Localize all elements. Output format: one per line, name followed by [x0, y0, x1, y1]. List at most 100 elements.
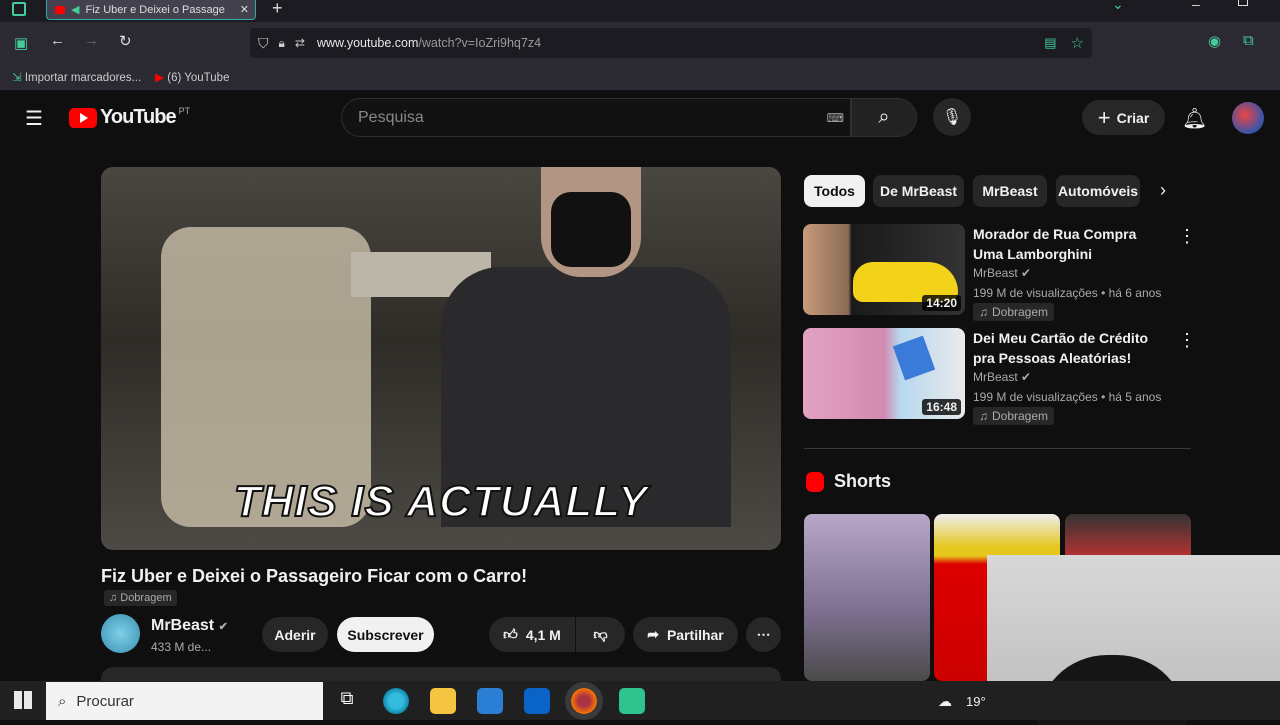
chip-mrbeast[interactable]: MrBeast — [973, 175, 1047, 207]
more-actions-button[interactable]: ⋯ — [746, 617, 781, 652]
new-tab-icon[interactable]: + — [272, 0, 283, 19]
shorts-logo-icon — [806, 471, 824, 492]
firefox-icon[interactable] — [565, 682, 603, 720]
more-options-icon[interactable]: ⋮ — [1178, 330, 1196, 351]
audio-track-icon: ♫ — [979, 305, 988, 319]
recommendation-meta: 199 M de visualizações • há 6 anos — [973, 286, 1162, 300]
reload-icon[interactable]: ↻ — [119, 32, 132, 50]
chip-all[interactable]: Todos — [804, 175, 865, 207]
audio-track-icon: ♫ — [109, 592, 118, 604]
tab-title: Fiz Uber e Deixei o Passage — [85, 3, 225, 16]
like-button[interactable]: 👍︎ 4,1 M — [489, 617, 575, 652]
minimize-icon[interactable]: – — [1192, 0, 1200, 12]
microphone-icon: 🎙︎ — [941, 109, 963, 126]
dub-badge: ♫ Dobragem — [973, 407, 1055, 425]
sidebar-icon[interactable]: ▣ — [14, 34, 28, 52]
recommendation-title[interactable]: Dei Meu Cartão de Crédito pra Pessoas Al… — [973, 328, 1168, 368]
app-icon[interactable] — [619, 688, 645, 714]
permissions-icon[interactable]: ⇄ — [295, 36, 305, 50]
recommendation-meta: 199 M de visualizações • há 5 anos — [973, 390, 1162, 404]
speaker-icon[interactable]: ◀ — [71, 3, 79, 16]
dub-badge: ♫ Dobragem — [973, 303, 1055, 321]
bookmark-import[interactable]: ⇲ Importar marcadores... — [12, 70, 141, 84]
hamburger-menu-icon[interactable]: ☰ — [25, 106, 43, 131]
region-code: PT — [178, 106, 191, 116]
notifications-bell-icon[interactable]: 🔔︎ — [1182, 106, 1207, 131]
more-horizontal-icon: ⋯ — [756, 626, 771, 642]
youtube-logo[interactable]: YouTube PT — [69, 106, 190, 129]
search-button[interactable]: ⌕ — [851, 98, 917, 137]
chevron-down-icon[interactable]: ⌄ — [1112, 0, 1124, 13]
youtube-favicon-icon — [55, 5, 65, 14]
url-text: www.youtube.com/watch?v=IoZri9hq7z4 — [317, 36, 541, 50]
youtube-favicon-icon: ▶ — [155, 72, 165, 84]
chevron-right-icon[interactable]: › — [1160, 180, 1166, 201]
url-bar[interactable]: ⛉ 🔒︎ ⇄ www.youtube.com/watch?v=IoZri9hq7… — [250, 28, 1092, 58]
video-frame-mask — [551, 192, 631, 267]
tab-strip: ◀ Fiz Uber e Deixei o Passage ✕ + ⌄ – — [0, 0, 1280, 22]
channel-avatar[interactable] — [101, 614, 140, 653]
subscribe-button[interactable]: Subscrever — [337, 617, 434, 652]
url-path: /watch?v=IoZri9hq7z4 — [418, 36, 542, 50]
close-tab-icon[interactable]: ✕ — [240, 3, 249, 16]
voice-search-button[interactable]: 🎙︎ — [933, 98, 971, 136]
share-button[interactable]: ➦ Partilhar — [633, 617, 738, 652]
channel-name[interactable]: MrBeast ✔ — [151, 617, 228, 635]
account-avatar[interactable] — [1232, 102, 1264, 134]
edge-browser-icon[interactable] — [383, 688, 409, 714]
shield-icon[interactable]: ⛉ — [258, 35, 269, 52]
share-arrow-icon: ➦ — [647, 626, 659, 642]
search-placeholder: Pesquisa — [358, 108, 424, 126]
search-input[interactable]: Pesquisa ⌨ — [341, 98, 851, 137]
store-icon[interactable] — [477, 688, 503, 714]
forward-icon[interactable]: → — [84, 32, 99, 49]
restore-icon[interactable] — [1238, 0, 1248, 6]
dislike-button[interactable]: 👎︎ — [576, 617, 625, 652]
reader-view-icon[interactable]: ▤ — [1044, 35, 1056, 51]
browser-tab[interactable]: ◀ Fiz Uber e Deixei o Passage ✕ — [46, 0, 256, 20]
windows-start-icon[interactable] — [14, 691, 32, 709]
puzzle-icon[interactable]: ⧉ — [1243, 32, 1254, 49]
dub-badge: ♫ Dobragem — [104, 590, 177, 606]
weather-icon[interactable]: ☁ — [938, 693, 952, 710]
thumbs-down-icon: 👎︎ — [593, 626, 608, 642]
extensions-icon[interactable]: ◉ — [1208, 32, 1221, 50]
join-button[interactable]: Aderir — [262, 617, 328, 652]
search-icon: ⌕ — [58, 692, 67, 710]
recommendation-title[interactable]: Morador de Rua Compra Uma Lamborghini — [973, 224, 1168, 264]
video-duration: 14:20 — [922, 295, 961, 311]
file-explorer-icon[interactable] — [430, 688, 456, 714]
task-view-icon[interactable]: ⧉ — [334, 688, 360, 714]
recommendation-thumbnail[interactable]: 16:48 — [803, 328, 965, 419]
create-button[interactable]: + Criar — [1082, 100, 1165, 135]
import-icon: ⇲ — [12, 72, 22, 84]
lock-icon[interactable]: 🔒︎ — [279, 36, 285, 51]
bookmark-youtube[interactable]: ▶ (6) YouTube — [155, 70, 229, 84]
weather-temp[interactable]: 19° — [966, 694, 986, 709]
plus-icon: + — [1097, 104, 1111, 130]
recommendation-channel[interactable]: MrBeast ✔ — [973, 370, 1031, 384]
keyboard-icon[interactable]: ⌨ — [827, 111, 844, 125]
search-icon: ⌕ — [878, 106, 890, 128]
verified-icon: ✔ — [1021, 266, 1032, 280]
verified-icon: ✔ — [1021, 370, 1032, 384]
bookmark-star-icon[interactable]: ☆ — [1071, 34, 1084, 52]
bookmarks-bar: ⇲ Importar marcadores... ▶ (6) YouTube — [0, 64, 1280, 91]
recommendation-channel[interactable]: MrBeast ✔ — [973, 266, 1031, 280]
more-options-icon[interactable]: ⋮ — [1178, 226, 1196, 247]
chip-from-mrbeast[interactable]: De MrBeast — [873, 175, 964, 207]
url-host: www.youtube.com — [316, 36, 419, 50]
taskbar-search-input[interactable]: ⌕ Procurar — [46, 682, 323, 720]
thumbs-up-icon: 👍︎ — [503, 626, 518, 642]
tab-overview-icon[interactable] — [12, 2, 26, 16]
recommendation-thumbnail[interactable]: 14:20 — [803, 224, 965, 315]
video-title: Fiz Uber e Deixei o Passageiro Ficar com… — [101, 566, 528, 586]
thumbnail-credit-card — [892, 335, 936, 381]
outlook-icon[interactable] — [524, 688, 550, 714]
back-icon[interactable]: ← — [50, 32, 65, 49]
subscriber-count: 433 M de... — [151, 640, 212, 654]
video-player[interactable]: THIS IS ACTUALLY — [101, 167, 781, 550]
verified-icon: ✔ — [218, 621, 228, 633]
short-thumbnail[interactable] — [804, 514, 930, 681]
chip-automobiles[interactable]: Automóveis — [1056, 175, 1140, 207]
